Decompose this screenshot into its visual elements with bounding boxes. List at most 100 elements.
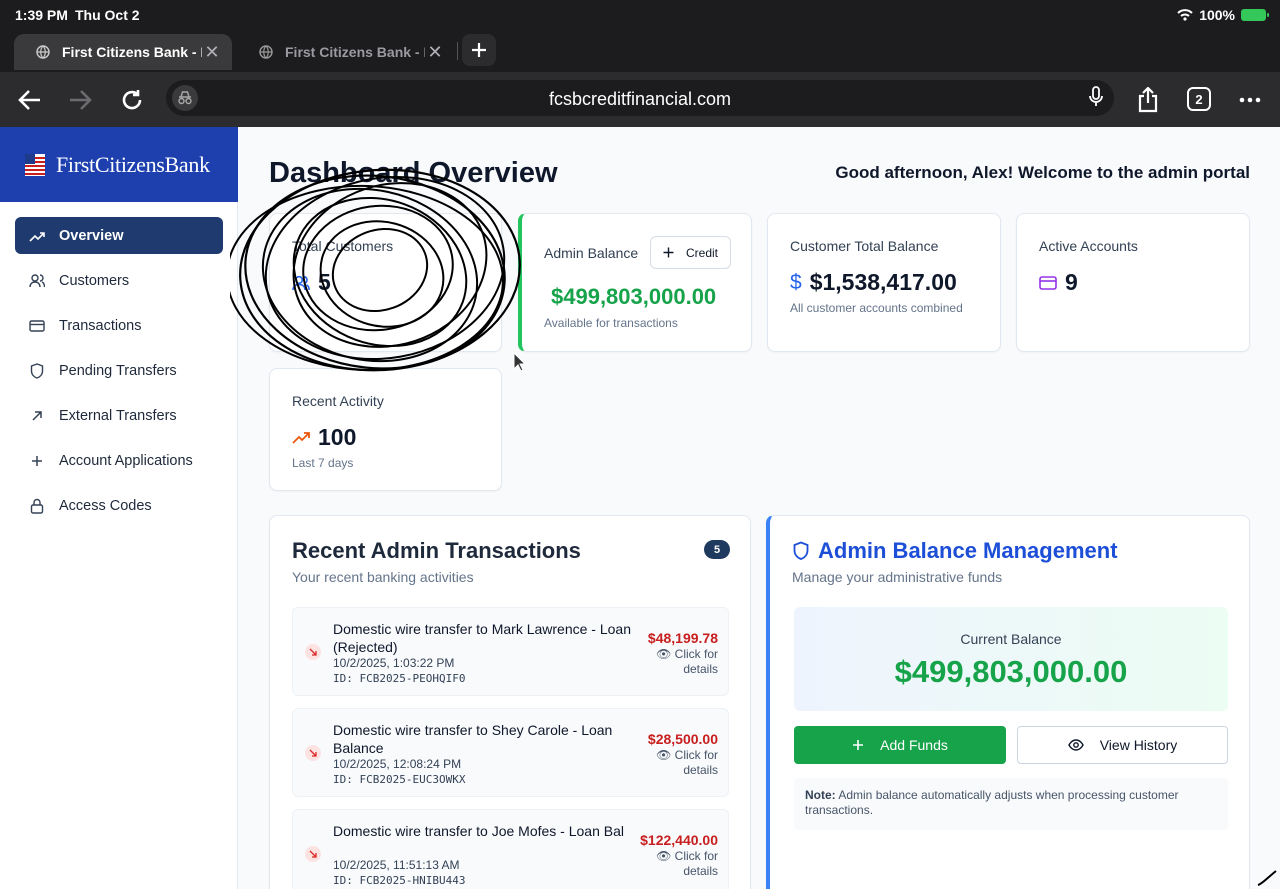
share-button[interactable] bbox=[1132, 84, 1164, 116]
trending-up-icon bbox=[292, 431, 310, 444]
current-balance-label: Current Balance bbox=[960, 631, 1062, 647]
click-label: Click for details bbox=[674, 849, 718, 878]
plus-icon bbox=[663, 247, 674, 258]
transaction-description: Domestic wire transfer to Joe Mofes - Lo… bbox=[333, 823, 625, 839]
mouse-cursor-icon bbox=[513, 352, 527, 372]
credit-button[interactable]: Credit bbox=[650, 236, 731, 269]
sidebar-item-external-transfers[interactable]: External Transfers bbox=[15, 397, 223, 434]
transaction-amount: $48,199.78 bbox=[647, 630, 718, 646]
active-accounts-card: Active Accounts 9 bbox=[1016, 213, 1250, 352]
sidebar-item-pending-transfers[interactable]: Pending Transfers bbox=[15, 352, 223, 389]
new-tab-button[interactable] bbox=[462, 34, 496, 66]
add-funds-label: Add Funds bbox=[880, 737, 948, 753]
tab-count-button[interactable]: 2 bbox=[1187, 87, 1211, 111]
transaction-row[interactable]: Domestic wire transfer to Joe Mofes - Lo… bbox=[292, 809, 729, 889]
balance-management-title: Admin Balance Management bbox=[818, 538, 1118, 563]
sidebar-item-label: Customers bbox=[59, 272, 130, 289]
eye-icon bbox=[1067, 739, 1084, 751]
tab-title: First Citizens Bank - Pe bbox=[62, 44, 202, 60]
forward-button[interactable] bbox=[64, 84, 96, 116]
add-funds-button[interactable]: Add Funds bbox=[794, 726, 1006, 764]
transaction-description: Domestic wire transfer to Shey Carole - … bbox=[333, 722, 613, 756]
arrow-down-right-icon bbox=[305, 644, 321, 660]
shield-icon bbox=[793, 541, 809, 560]
status-time: 1:39 PM bbox=[15, 7, 68, 23]
back-button[interactable] bbox=[14, 84, 46, 116]
address-bar[interactable]: fcsbcreditfinancial.com bbox=[166, 80, 1114, 116]
trending-up-icon bbox=[29, 228, 45, 244]
tab-title: First Citizens Bank - Pe bbox=[285, 44, 425, 60]
plus-icon bbox=[472, 43, 486, 57]
sidebar-item-transactions[interactable]: Transactions bbox=[15, 307, 223, 344]
sidebar: FirstCitizensBank Overview Customers Tra… bbox=[0, 127, 238, 889]
arrow-down-right-icon bbox=[305, 846, 321, 862]
more-button[interactable] bbox=[1234, 84, 1266, 116]
transaction-description: Domestic wire transfer to Mark Lawrence … bbox=[333, 621, 631, 655]
sidebar-item-access-codes[interactable]: Access Codes bbox=[15, 487, 223, 524]
click-for-details[interactable]: 👁 Click for details bbox=[648, 748, 718, 778]
click-for-details[interactable]: 👁 Click for details bbox=[648, 849, 718, 879]
browser-tab-active[interactable]: First Citizens Bank - Pe ✕ bbox=[14, 34, 232, 70]
sidebar-item-label: Account Applications bbox=[59, 452, 193, 469]
recent-activity-sub: Last 7 days bbox=[292, 456, 354, 470]
users-icon bbox=[29, 273, 45, 289]
tab-close-icon[interactable]: ✕ bbox=[202, 42, 222, 63]
status-bar: 1:39 PM Thu Oct 2 100% bbox=[0, 0, 1280, 30]
status-date: Thu Oct 2 bbox=[75, 7, 140, 23]
battery-icon bbox=[1241, 9, 1269, 21]
transaction-datetime: 10/2/2025, 12:08:24 PM bbox=[333, 757, 462, 771]
plus-icon bbox=[29, 453, 45, 469]
view-history-label: View History bbox=[1099, 737, 1178, 753]
globe-icon bbox=[259, 45, 273, 59]
wifi-icon bbox=[1177, 9, 1193, 21]
sidebar-item-customers[interactable]: Customers bbox=[15, 262, 223, 299]
microphone-icon[interactable] bbox=[1088, 86, 1104, 113]
tab-separator bbox=[457, 42, 458, 60]
transaction-id: ID: FCB2025-HNIBU443 bbox=[333, 874, 466, 887]
eye-icon: 👁 bbox=[656, 647, 672, 661]
greeting-text: Good afternoon, Alex! Welcome to the adm… bbox=[835, 163, 1250, 182]
transaction-datetime: 10/2/2025, 1:03:22 PM bbox=[333, 656, 455, 670]
click-label: Click for details bbox=[674, 647, 718, 676]
customer-total-sub: All customer accounts combined bbox=[790, 301, 963, 315]
sidebar-item-label: Transactions bbox=[59, 317, 142, 334]
tab-bar: First Citizens Bank - Pe ✕ First Citizen… bbox=[0, 30, 1280, 72]
current-balance-box: Current Balance $499,803,000.00 bbox=[794, 607, 1228, 711]
users-icon bbox=[292, 275, 310, 291]
transaction-row[interactable]: Domestic wire transfer to Shey Carole - … bbox=[292, 708, 729, 797]
section-subtitle: Manage your administrative funds bbox=[792, 569, 1003, 585]
eye-icon: 👁 bbox=[656, 849, 672, 863]
balance-management-panel: Admin Balance Management Manage your adm… bbox=[766, 515, 1250, 889]
url-text: fcsbcreditfinancial.com bbox=[548, 89, 732, 109]
credit-card-icon bbox=[1039, 275, 1057, 290]
transaction-count-badge: 5 bbox=[704, 540, 730, 559]
share-icon bbox=[1138, 87, 1158, 113]
tab-close-icon[interactable]: ✕ bbox=[425, 42, 445, 63]
reload-button[interactable] bbox=[116, 84, 148, 116]
transaction-row[interactable]: Domestic wire transfer to Mark Lawrence … bbox=[292, 607, 729, 696]
admin-balance-sub: Available for transactions bbox=[544, 316, 678, 330]
sidebar-item-label: Access Codes bbox=[59, 497, 152, 514]
admin-balance-value: $499,803,000.00 bbox=[551, 284, 717, 309]
more-icon bbox=[1239, 97, 1261, 103]
sidebar-item-account-applications[interactable]: Account Applications bbox=[15, 442, 223, 479]
sidebar-item-label: External Transfers bbox=[59, 407, 177, 424]
transaction-datetime: 10/2/2025, 11:51:13 AM bbox=[333, 858, 460, 872]
browser-tab-inactive[interactable]: First Citizens Bank - Pe ✕ bbox=[237, 34, 455, 70]
brand-logo[interactable]: FirstCitizensBank bbox=[0, 127, 238, 202]
shield-icon bbox=[29, 362, 45, 379]
battery-percent: 100% bbox=[1199, 7, 1235, 23]
flag-logo-icon bbox=[25, 153, 45, 176]
note-label: Note: bbox=[805, 788, 836, 802]
sidebar-item-overview[interactable]: Overview bbox=[15, 217, 223, 254]
click-for-details[interactable]: 👁 Click for details bbox=[648, 647, 718, 677]
page-title: Dashboard Overview bbox=[269, 157, 558, 189]
transaction-id: ID: FCB2025-EUC3OWKX bbox=[333, 773, 466, 786]
section-subtitle: Your recent banking activities bbox=[292, 569, 474, 585]
balance-note: Note: Admin balance automatically adjust… bbox=[794, 778, 1228, 830]
card-label: Recent Activity bbox=[292, 393, 384, 409]
card-value: $ $1,538,417.00 bbox=[790, 269, 957, 296]
dollar-icon: $ bbox=[790, 270, 802, 294]
recent-transactions-panel: Recent Admin Transactions Your recent ba… bbox=[269, 515, 751, 889]
view-history-button[interactable]: View History bbox=[1017, 726, 1228, 764]
